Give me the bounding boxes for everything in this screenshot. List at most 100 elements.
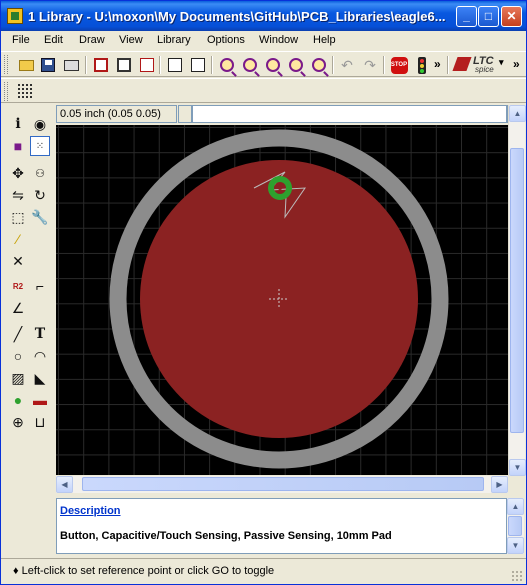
- command-input[interactable]: [192, 105, 507, 123]
- print-icon[interactable]: [61, 55, 81, 75]
- package-drawing: [109, 129, 449, 469]
- wire-icon[interactable]: ╱: [8, 324, 28, 344]
- script-icon[interactable]: [165, 55, 185, 75]
- open-icon[interactable]: [16, 55, 36, 75]
- change-icon[interactable]: 🔧: [30, 207, 50, 227]
- polygon-icon[interactable]: ◣: [30, 368, 50, 388]
- zoom-fit-icon[interactable]: [217, 55, 237, 75]
- stop-icon[interactable]: STOP: [389, 55, 409, 75]
- ltc-subtitle: spice: [475, 65, 494, 74]
- info-icon[interactable]: i: [8, 114, 28, 134]
- mirror-icon[interactable]: ⇋: [8, 185, 28, 205]
- resize-grip[interactable]: [511, 570, 523, 582]
- undo-icon[interactable]: ↶: [337, 55, 357, 75]
- desc-scroll-down-icon[interactable]: ▼: [507, 537, 524, 554]
- smd-icon[interactable]: ▬: [30, 390, 50, 410]
- scroll-down-icon[interactable]: ▼: [509, 459, 526, 476]
- scroll-up-icon[interactable]: ▲: [509, 105, 526, 122]
- menu-view[interactable]: View: [119, 34, 143, 46]
- text-icon[interactable]: T: [30, 324, 50, 344]
- coordinate-button[interactable]: [178, 105, 192, 123]
- redo-icon[interactable]: ↷: [360, 55, 380, 75]
- scroll-right-icon[interactable]: ▶: [491, 476, 508, 493]
- miter-icon[interactable]: ⌐: [30, 276, 50, 296]
- close-button[interactable]: ✕: [501, 6, 522, 27]
- app-icon[interactable]: [7, 8, 23, 24]
- vertical-scroll-thumb[interactable]: [510, 148, 524, 433]
- ulp-icon[interactable]: [188, 55, 208, 75]
- menu-library[interactable]: Library: [157, 34, 191, 46]
- horizontal-scroll-thumb[interactable]: [82, 477, 484, 491]
- toolbar-grip[interactable]: [4, 55, 8, 74]
- name-icon[interactable]: R2: [8, 276, 28, 296]
- menu-help[interactable]: Help: [313, 34, 336, 46]
- toolbar-separator: [211, 56, 213, 74]
- main-toolbar: ↶ ↷ STOP » LTC spice ▾ »: [1, 51, 526, 77]
- window-title: 1 Library - U:\moxon\My Documents\GitHub…: [28, 9, 446, 24]
- menu-bar: File Edit Draw View Library Options Wind…: [1, 31, 526, 51]
- go-icon[interactable]: [412, 55, 432, 75]
- zoom-in-icon[interactable]: [240, 55, 260, 75]
- toolbar-separator: [332, 56, 334, 74]
- show-icon[interactable]: ◉: [30, 114, 50, 134]
- cam-icon[interactable]: [91, 55, 111, 75]
- copy-icon[interactable]: ⚇: [30, 163, 50, 183]
- move-icon[interactable]: ✥: [8, 163, 28, 183]
- schematic-icon[interactable]: [137, 55, 157, 75]
- display-icon[interactable]: ■: [8, 136, 28, 156]
- description-link[interactable]: Description: [60, 505, 121, 517]
- dimension-icon[interactable]: ⊔: [30, 412, 50, 432]
- status-bar: ♦ Left-click to set reference point or c…: [1, 558, 526, 584]
- delete-icon[interactable]: ✕: [8, 251, 28, 271]
- grid-icon[interactable]: [17, 83, 33, 99]
- status-text: ♦ Left-click to set reference point or c…: [13, 565, 275, 577]
- zoom-redraw-icon[interactable]: [286, 55, 306, 75]
- circle-icon[interactable]: ○: [8, 346, 28, 366]
- ltc-logo-icon: [452, 57, 472, 71]
- toolbar-separator: [447, 56, 449, 74]
- ltspice-dropdown-chevron[interactable]: ▾: [499, 57, 504, 68]
- via-drill: [278, 186, 282, 190]
- zoom-out-icon[interactable]: [263, 55, 283, 75]
- description-scrollbar[interactable]: ▲ ▼: [507, 498, 524, 554]
- hole-icon[interactable]: ⊕: [8, 412, 28, 432]
- description-text: Button, Capacitive/Touch Sensing, Passiv…: [60, 530, 392, 542]
- arc-icon[interactable]: ◠: [30, 346, 50, 366]
- toolbar-separator: [383, 56, 385, 74]
- menu-draw[interactable]: Draw: [79, 34, 105, 46]
- maximize-button[interactable]: □: [478, 6, 499, 27]
- pad-icon[interactable]: ●: [8, 390, 28, 410]
- toolbar-overflow-chevron[interactable]: »: [434, 57, 441, 71]
- title-bar[interactable]: 1 Library - U:\moxon\My Documents\GitHub…: [1, 1, 526, 31]
- split-icon[interactable]: ∠: [8, 298, 28, 318]
- coordinate-display: 0.05 inch (0.05 0.05): [56, 105, 177, 123]
- minimize-button[interactable]: _: [456, 6, 477, 27]
- command-toolbar: i ◉ ■ ⁙ ✥ ⚇ ⇋ ↻ ⬚ 🔧 ⁄ ✕ R2 ⌐ ∠ ╱ T ○ ◠ ▨…: [1, 104, 55, 556]
- group-icon[interactable]: ⬚: [8, 207, 28, 227]
- toolbar-separator: [159, 56, 161, 74]
- rect-icon[interactable]: ▨: [8, 368, 28, 388]
- rotate-icon[interactable]: ↻: [30, 185, 50, 205]
- menu-window[interactable]: Window: [259, 34, 298, 46]
- desc-scroll-up-icon[interactable]: ▲: [507, 498, 524, 515]
- grid-toolbar: [1, 78, 526, 103]
- toolbar-overflow-chevron-2[interactable]: »: [513, 57, 520, 71]
- coordinate-bar: 0.05 inch (0.05 0.05) ▼: [55, 104, 526, 124]
- toolbar-grip[interactable]: [4, 82, 8, 101]
- menu-file[interactable]: File: [12, 34, 30, 46]
- board-icon[interactable]: [114, 55, 134, 75]
- description-panel: Description Button, Capacitive/Touch Sen…: [56, 498, 507, 554]
- horizontal-scrollbar[interactable]: ◀ ▶: [56, 476, 508, 493]
- paste-icon[interactable]: ⁄: [8, 229, 28, 249]
- menu-options[interactable]: Options: [207, 34, 245, 46]
- save-icon[interactable]: [38, 55, 58, 75]
- scroll-left-icon[interactable]: ◀: [56, 476, 73, 493]
- zoom-select-icon[interactable]: [309, 55, 329, 75]
- eagle-window: 1 Library - U:\moxon\My Documents\GitHub…: [0, 0, 527, 585]
- layout-canvas[interactable]: [56, 125, 508, 475]
- mark-icon[interactable]: ⁙: [30, 136, 50, 156]
- toolbar-separator: [85, 56, 87, 74]
- menu-edit[interactable]: Edit: [44, 34, 63, 46]
- desc-scroll-thumb[interactable]: [508, 516, 522, 536]
- vertical-scrollbar[interactable]: ▲ ▼: [508, 105, 526, 476]
